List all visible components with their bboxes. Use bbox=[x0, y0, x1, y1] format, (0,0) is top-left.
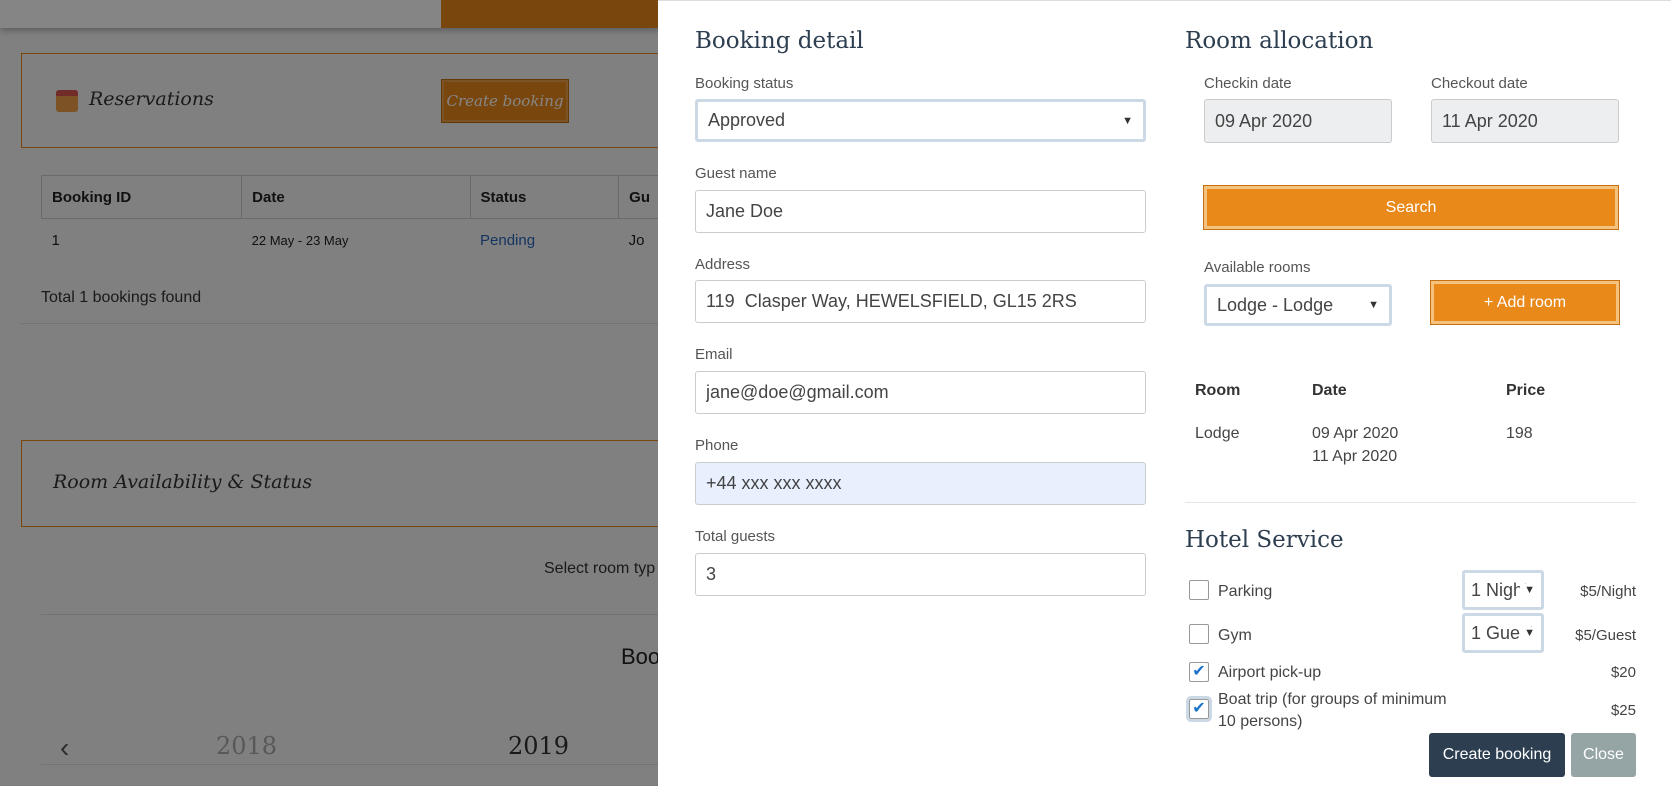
checkout-label: Checkout date bbox=[1431, 75, 1528, 92]
chevron-down-icon: ▼ bbox=[1520, 627, 1535, 639]
airport-pickup-label: Airport pick-up bbox=[1218, 664, 1322, 681]
checkin-label: Checkin date bbox=[1204, 75, 1292, 92]
available-rooms-select[interactable]: Lodge - Lodge ▼ bbox=[1204, 284, 1392, 326]
guest-name-label: Guest name bbox=[695, 165, 777, 182]
available-rooms-label: Available rooms bbox=[1204, 259, 1311, 276]
email-input[interactable] bbox=[695, 371, 1146, 414]
phone-input[interactable] bbox=[695, 462, 1146, 505]
divider bbox=[1185, 502, 1636, 503]
parking-checkbox[interactable] bbox=[1189, 580, 1209, 600]
booking-detail-title: Booking detail bbox=[695, 28, 864, 54]
airport-pickup-checkbox[interactable]: ✔ bbox=[1189, 662, 1209, 682]
airport-pickup-price: $20 bbox=[1610, 664, 1636, 681]
chevron-down-icon: ▼ bbox=[1368, 299, 1379, 311]
total-guests-input[interactable] bbox=[695, 553, 1146, 596]
chevron-down-icon: ▼ bbox=[1122, 114, 1133, 127]
allocated-date-to: 11 Apr 2020 bbox=[1312, 448, 1398, 465]
booking-status-label: Booking status bbox=[695, 75, 794, 92]
hotel-service-title: Hotel Service bbox=[1185, 527, 1344, 553]
boat-trip-price: $25 bbox=[1610, 702, 1636, 719]
total-guests-label: Total guests bbox=[695, 528, 776, 545]
gym-price: $5/Guest bbox=[1575, 627, 1636, 644]
gym-label: Gym bbox=[1218, 627, 1252, 644]
date-col-header: Date bbox=[1312, 382, 1347, 399]
checkin-date-input[interactable]: 09 Apr 2020 bbox=[1204, 99, 1392, 143]
checkout-date-input[interactable]: 11 Apr 2020 bbox=[1431, 99, 1619, 143]
room-col-header: Room bbox=[1195, 382, 1241, 399]
create-booking-button[interactable]: Create booking bbox=[1429, 733, 1565, 777]
parking-label: Parking bbox=[1218, 583, 1273, 600]
allocated-room-name: Lodge bbox=[1195, 425, 1240, 442]
add-room-button[interactable]: + Add room bbox=[1430, 280, 1620, 325]
allocated-date-from: 09 Apr 2020 bbox=[1312, 425, 1399, 442]
address-input[interactable] bbox=[695, 280, 1146, 323]
guest-name-input[interactable] bbox=[695, 190, 1146, 233]
available-rooms-value: Lodge - Lodge bbox=[1217, 294, 1334, 315]
parking-nights-select[interactable]: 1 Night ▼ bbox=[1462, 570, 1544, 610]
parking-price: $5/Night bbox=[1580, 583, 1636, 600]
search-button[interactable]: Search bbox=[1203, 185, 1619, 230]
room-allocation-title: Room allocation bbox=[1185, 28, 1374, 54]
modal-backdrop[interactable] bbox=[0, 0, 660, 785]
address-label: Address bbox=[695, 256, 751, 273]
phone-label: Phone bbox=[695, 437, 739, 454]
booking-status-select[interactable]: Approved ▼ bbox=[695, 99, 1146, 142]
boat-trip-label: Boat trip (for groups of minimum 10 pers… bbox=[1218, 691, 1447, 730]
close-button[interactable]: Close bbox=[1571, 733, 1636, 777]
price-col-header: Price bbox=[1506, 382, 1546, 399]
boat-trip-checkbox[interactable]: ✔ bbox=[1186, 696, 1212, 722]
allocated-price: 198 bbox=[1506, 425, 1533, 442]
gym-checkbox[interactable] bbox=[1189, 624, 1209, 644]
email-label: Email bbox=[695, 346, 733, 363]
booking-modal: Booking detail Booking status Approved ▼… bbox=[658, 0, 1671, 786]
gym-guests-select[interactable]: 1 Guest ▼ bbox=[1462, 613, 1544, 653]
chevron-down-icon: ▼ bbox=[1520, 584, 1535, 596]
booking-status-value: Approved bbox=[708, 110, 786, 130]
